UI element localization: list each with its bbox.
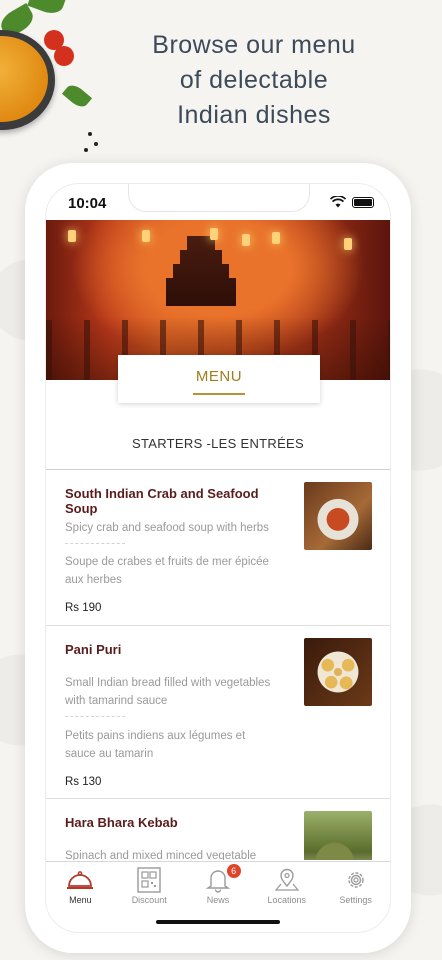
promo-headline: Browse our menu of delectable Indian dis…: [104, 28, 404, 133]
tab-discount[interactable]: Discount: [115, 862, 184, 911]
item-name: South Indian Crab and Seafood Soup: [65, 486, 259, 516]
map-pin-icon: [274, 868, 300, 891]
headline-line-2: of delectable: [179, 66, 329, 94]
menu-header-card: MENU: [118, 355, 320, 403]
item-name: Pani Puri: [65, 642, 122, 657]
menu-item[interactable]: Hara Bhara Kebab Spinach and mixed mince…: [46, 799, 390, 860]
item-price: Rs 130: [65, 776, 102, 788]
item-description-fr: Petits pains indiens aux légumes et sauc…: [65, 730, 246, 760]
wifi-icon: [330, 196, 346, 208]
section-title: STARTERS -LES ENTRÉES: [132, 436, 304, 451]
tab-locations[interactable]: Locations: [252, 862, 321, 911]
tab-menu[interactable]: Menu: [46, 862, 115, 911]
item-description-separator: [65, 543, 125, 544]
cloche-icon: [67, 871, 94, 889]
tab-settings[interactable]: Settings: [321, 862, 390, 911]
tab-label: Discount: [131, 895, 167, 905]
status-bar: 10:04: [46, 184, 390, 220]
status-time: 10:04: [68, 195, 107, 212]
item-description-en: Spicy crab and seafood soup with herbs: [65, 522, 269, 534]
tab-news[interactable]: 6 News: [184, 862, 253, 911]
tab-label: Locations: [267, 895, 307, 905]
tab-label: News: [206, 895, 230, 905]
menu-item[interactable]: South Indian Crab and Seafood Soup Spicy…: [46, 470, 390, 626]
phone-frame: 10:04 MENU STARTERS -LES ENTRÉES South I…: [25, 163, 411, 953]
item-name: Hara Bhara Kebab: [65, 815, 178, 830]
news-badge: 6: [226, 864, 241, 878]
headline-line-3: Indian dishes: [177, 101, 331, 129]
item-description-separator: [65, 716, 125, 717]
crab-seafood-soup-photo: [304, 482, 372, 550]
menu-items-list[interactable]: South Indian Crab and Seafood Soup Spicy…: [46, 470, 390, 860]
home-indicator[interactable]: [156, 920, 280, 924]
gear-icon: [347, 872, 364, 888]
bottom-tab-bar: Menu Discount 6 News Locations Settings: [46, 861, 390, 911]
phone-notch: [128, 184, 310, 212]
hara-bhara-kebab-photo: [304, 811, 372, 860]
tab-label: Menu: [69, 895, 92, 905]
spice-bowl-decoration: [0, 0, 100, 170]
headline-line-1: Browse our menu: [152, 31, 356, 59]
pani-puri-photo: [304, 638, 372, 706]
item-price: Rs 190: [65, 602, 102, 614]
battery-icon: [352, 196, 374, 208]
menu-title: MENU: [195, 368, 243, 385]
item-description-en: Spinach and mixed minced vegetable patti…: [65, 850, 257, 860]
tab-label: Settings: [339, 895, 372, 905]
item-description-fr: Soupe de crabes et fruits de mer épicée …: [65, 556, 269, 586]
menu-item[interactable]: Pani Puri Small Indian bread filled with…: [46, 626, 390, 799]
item-description-en: Small Indian bread filled with vegetable…: [65, 677, 271, 707]
qr-code-icon: [137, 867, 161, 893]
menu-title-underline: [193, 393, 245, 395]
phone-screen: 10:04 MENU STARTERS -LES ENTRÉES South I…: [45, 183, 391, 933]
status-icons: [330, 196, 374, 208]
